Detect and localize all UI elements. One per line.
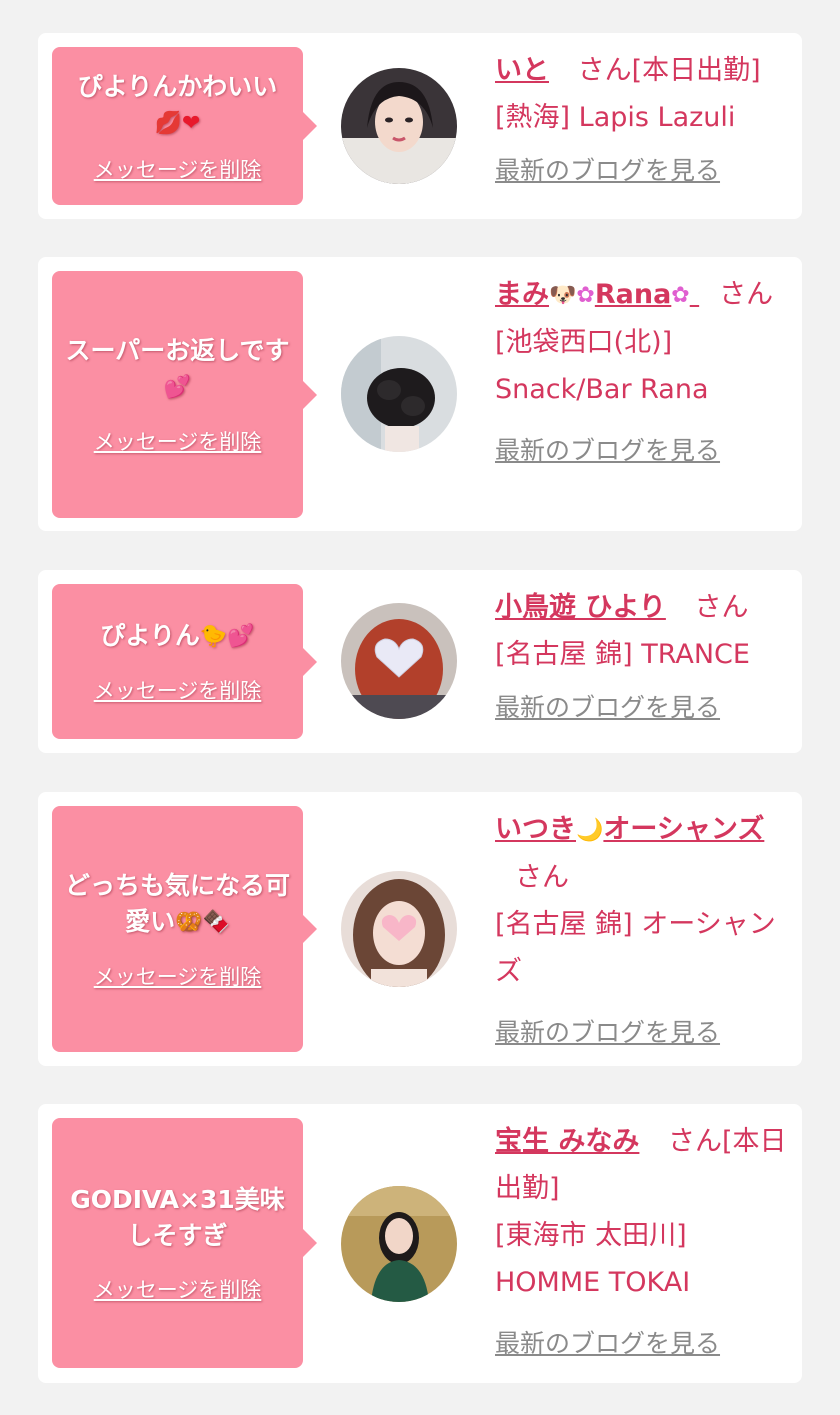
message-card: ぴよりんかわいい 💋❤ メッセージを削除 いと さん[本日出勤] [熱海] La… — [38, 33, 802, 219]
girl-info: いつき🌙オーシャンズ さん [名古屋 錦] オーシャンズ 最新のブログを見る — [495, 806, 795, 1056]
pretzel-chocolate-emoji-icon: 🥨🍫 — [175, 909, 230, 935]
message-bubble: GODIVA×31美味しそすぎ メッセージを削除 — [52, 1118, 317, 1368]
latest-blog-link[interactable]: 最新のブログを見る — [495, 1009, 795, 1056]
kiss-heart-emoji-icon: 💋❤ — [154, 110, 201, 136]
shop-name: [東海市 太田川] HOMME TOKAI — [495, 1220, 691, 1298]
message-card: GODIVA×31美味しそすぎ メッセージを削除 宝生 みなみ さん[本日出勤]… — [38, 1104, 802, 1383]
avatar-photo-icon — [341, 871, 457, 987]
delete-message-link[interactable]: メッセージを削除 — [94, 154, 262, 184]
message-card: ぴよりん🐤💕 メッセージを削除 小鳥遊 ひより さん [名古屋 錦] TRANC… — [38, 570, 802, 753]
message-bubble: ぴよりん🐤💕 メッセージを削除 — [52, 584, 317, 739]
delete-message-link[interactable]: メッセージを削除 — [94, 426, 262, 456]
avatar[interactable] — [341, 336, 457, 452]
message-text: ぴよりんかわいい 💋❤ — [78, 69, 278, 142]
delete-message-link[interactable]: メッセージを削除 — [94, 961, 262, 991]
flower-emoji-icon: ✿ — [576, 283, 595, 308]
chick-hearts-emoji-icon: 🐤💕 — [199, 624, 255, 649]
message-card: スーパーお返しです💕 メッセージを削除 まみ🐶✿Rana✿ さん [池袋西口(北… — [38, 257, 802, 531]
shop-name: [池袋西口(北)] Snack/Bar Rana — [495, 327, 709, 405]
two-hearts-emoji-icon: 💕 — [163, 375, 192, 400]
message-bubble: どっちも気になる可愛い🥨🍫 メッセージを削除 — [52, 806, 317, 1052]
delete-message-link[interactable]: メッセージを削除 — [94, 675, 262, 705]
latest-blog-link[interactable]: 最新のブログを見る — [495, 1320, 795, 1367]
avatar[interactable] — [341, 68, 457, 184]
honorific: さん — [694, 592, 749, 623]
message-bubble: スーパーお返しです💕 メッセージを削除 — [52, 271, 317, 518]
dog-emoji-icon: 🐶 — [549, 283, 577, 308]
avatar-photo-icon — [341, 603, 457, 719]
girl-info: いと さん[本日出勤] [熱海] Lapis Lazuli 最新のブログを見る — [495, 47, 795, 194]
girl-name-link[interactable]: まみ🐶✿Rana✿ — [495, 279, 699, 310]
delete-message-link[interactable]: メッセージを削除 — [94, 1274, 262, 1304]
honorific: さん — [719, 279, 774, 310]
shop-name: [名古屋 錦] オーシャンズ — [495, 909, 776, 987]
girl-name-link[interactable]: いと — [495, 55, 549, 86]
girl-info: 小鳥遊 ひより さん [名古屋 錦] TRANCE 最新のブログを見る — [495, 584, 795, 731]
avatar[interactable] — [341, 603, 457, 719]
shop-name: [熱海] Lapis Lazuli — [495, 102, 736, 133]
girl-name-link[interactable]: 小鳥遊 ひより — [495, 592, 666, 623]
message-card: どっちも気になる可愛い🥨🍫 メッセージを削除 いつき🌙オーシャンズ さん [名古… — [38, 792, 802, 1066]
girl-info: 宝生 みなみ さん[本日出勤] [東海市 太田川] HOMME TOKAI 最新… — [495, 1118, 795, 1367]
honorific: さん — [515, 862, 569, 893]
shop-name: [名古屋 錦] TRANCE — [495, 639, 750, 670]
avatar-photo-icon — [341, 1186, 457, 1302]
message-bubble: ぴよりんかわいい 💋❤ メッセージを削除 — [52, 47, 317, 205]
flower-emoji-icon: ✿ — [671, 283, 690, 308]
girl-name-link[interactable]: いつき🌙オーシャンズ — [495, 814, 764, 845]
latest-blog-link[interactable]: 最新のブログを見る — [495, 427, 795, 474]
avatar-photo-icon — [341, 68, 457, 184]
avatar-photo-icon — [341, 336, 457, 452]
girl-name-link[interactable]: 宝生 みなみ — [495, 1126, 639, 1157]
latest-blog-link[interactable]: 最新のブログを見る — [495, 147, 795, 194]
message-text: ぴよりん🐤💕 — [100, 618, 254, 655]
message-text: どっちも気になる可愛い🥨🍫 — [62, 868, 293, 941]
girl-info: まみ🐶✿Rana✿ さん [池袋西口(北)] Snack/Bar Rana 最新… — [495, 271, 795, 474]
honorific: さん[本日出勤] — [577, 55, 761, 86]
message-text: スーパーお返しです💕 — [62, 333, 293, 406]
avatar[interactable] — [341, 1186, 457, 1302]
message-text: GODIVA×31美味しそすぎ — [70, 1185, 285, 1250]
latest-blog-link[interactable]: 最新のブログを見る — [495, 684, 795, 731]
crescent-moon-emoji-icon: 🌙 — [576, 818, 604, 843]
avatar[interactable] — [341, 871, 457, 987]
